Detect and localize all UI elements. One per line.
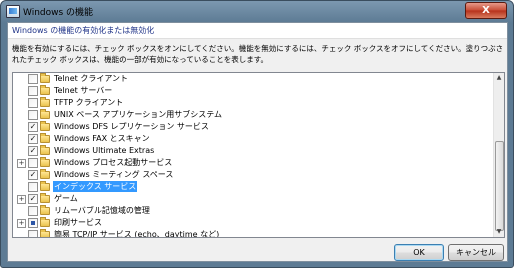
features-tree[interactable]: Telnet クライアント Telnet サーバー TFTP クライアント UN… — [12, 72, 505, 238]
windows-features-dialog: Windows の機能 X Windows の機能の有効化または無効化 機能を有… — [0, 0, 514, 268]
checkbox-checked[interactable]: ✓ — [28, 122, 38, 132]
feature-label[interactable]: Windows ミーティング スペース — [53, 169, 174, 180]
scroll-thumb[interactable] — [495, 141, 504, 231]
feature-row[interactable]: Telnet クライアント — [13, 73, 504, 85]
close-button[interactable]: X — [465, 2, 507, 19]
folder-icon — [40, 133, 50, 143]
folder-icon — [40, 193, 50, 203]
checkbox[interactable] — [28, 230, 38, 237]
checkbox[interactable] — [28, 110, 38, 120]
window-app-icon — [6, 5, 20, 18]
checkbox[interactable] — [28, 98, 38, 108]
folder-icon — [40, 169, 50, 179]
feature-label[interactable]: リムーバブル記憶域の管理 — [53, 205, 151, 216]
scroll-up-icon[interactable]: ▲ — [494, 73, 504, 83]
checkbox-partial[interactable] — [28, 218, 38, 228]
cancel-button[interactable]: キャンセル — [448, 244, 504, 261]
feature-label[interactable]: Telnet サーバー — [53, 85, 113, 96]
checkbox[interactable] — [28, 86, 38, 96]
folder-icon — [40, 85, 50, 95]
feature-row[interactable]: + Windows プロセス起動サービス — [13, 157, 504, 169]
feature-label[interactable]: 印刷サービス — [53, 217, 103, 228]
feature-row[interactable]: 簡易 TCP/IP サービス (echo、daytime など) — [13, 229, 504, 237]
title-bar[interactable]: Windows の機能 X — [1, 1, 513, 21]
checkbox-checked[interactable]: ✓ — [28, 170, 38, 180]
dialog-client-area: Windows の機能の有効化または無効化 機能を有効にするには、チェック ボッ… — [7, 22, 508, 262]
feature-row[interactable]: TFTP クライアント — [13, 97, 504, 109]
folder-icon — [40, 229, 50, 237]
checkbox-checked[interactable]: ✓ — [28, 194, 38, 204]
ok-button[interactable]: OK — [394, 244, 444, 261]
feature-label[interactable]: Windows DFS レプリケーション サービス — [53, 121, 210, 132]
expand-plus-icon[interactable]: + — [17, 195, 26, 204]
feature-row[interactable]: ✓ Windows DFS レプリケーション サービス — [13, 121, 504, 133]
instructions-text: 機能を有効にするには、チェック ボックスをオンにしてください。機能を無効にするに… — [12, 44, 504, 64]
page-title: Windows の機能の有効化または無効化 — [12, 26, 155, 35]
window-title: Windows の機能 — [23, 8, 94, 18]
header-band: Windows の機能の有効化または無効化 — [8, 23, 507, 39]
feature-row[interactable]: リムーバブル記憶域の管理 — [13, 205, 504, 217]
checkbox[interactable] — [28, 206, 38, 216]
folder-icon — [40, 145, 50, 155]
folder-icon — [40, 217, 50, 227]
checkbox-checked[interactable]: ✓ — [28, 134, 38, 144]
checkbox-checked[interactable]: ✓ — [28, 146, 38, 156]
feature-row-selected[interactable]: インデックス サービス — [13, 181, 504, 193]
feature-row[interactable]: Telnet サーバー — [13, 85, 504, 97]
features-list: Telnet クライアント Telnet サーバー TFTP クライアント UN… — [13, 73, 504, 237]
feature-label[interactable]: 簡易 TCP/IP サービス (echo、daytime など) — [53, 229, 220, 237]
folder-icon — [40, 157, 50, 167]
scroll-down-icon[interactable]: ▼ — [494, 227, 504, 237]
feature-row[interactable]: ✓ Windows ミーティング スペース — [13, 169, 504, 181]
feature-label[interactable]: Windows Ultimate Extras — [53, 145, 155, 156]
checkbox[interactable] — [28, 182, 38, 192]
feature-row[interactable]: ✓ Windows FAX とスキャン — [13, 133, 504, 145]
folder-icon — [40, 109, 50, 119]
feature-label[interactable]: Windows FAX とスキャン — [53, 133, 151, 144]
feature-row[interactable]: UNIX ベース アプリケーション用サブシステム — [13, 109, 504, 121]
feature-row[interactable]: ✓ Windows Ultimate Extras — [13, 145, 504, 157]
checkbox[interactable] — [28, 74, 38, 84]
feature-label[interactable]: UNIX ベース アプリケーション用サブシステム — [53, 109, 223, 120]
feature-row[interactable]: + ✓ ゲーム — [13, 193, 504, 205]
feature-label[interactable]: Telnet クライアント — [53, 73, 129, 84]
feature-label[interactable]: インデックス サービス — [53, 181, 138, 192]
folder-icon — [40, 205, 50, 215]
expand-plus-icon[interactable]: + — [17, 159, 26, 168]
feature-label[interactable]: ゲーム — [53, 193, 79, 204]
folder-icon — [40, 121, 50, 131]
checkbox[interactable] — [28, 158, 38, 168]
folder-icon — [40, 73, 50, 83]
folder-icon — [40, 181, 50, 191]
feature-label[interactable]: Windows プロセス起動サービス — [53, 157, 173, 168]
feature-row[interactable]: + 印刷サービス — [13, 217, 504, 229]
vertical-scrollbar[interactable]: ▲ ▼ — [493, 73, 504, 237]
expand-plus-icon[interactable]: + — [17, 219, 26, 228]
folder-icon — [40, 97, 50, 107]
feature-label[interactable]: TFTP クライアント — [53, 97, 124, 108]
